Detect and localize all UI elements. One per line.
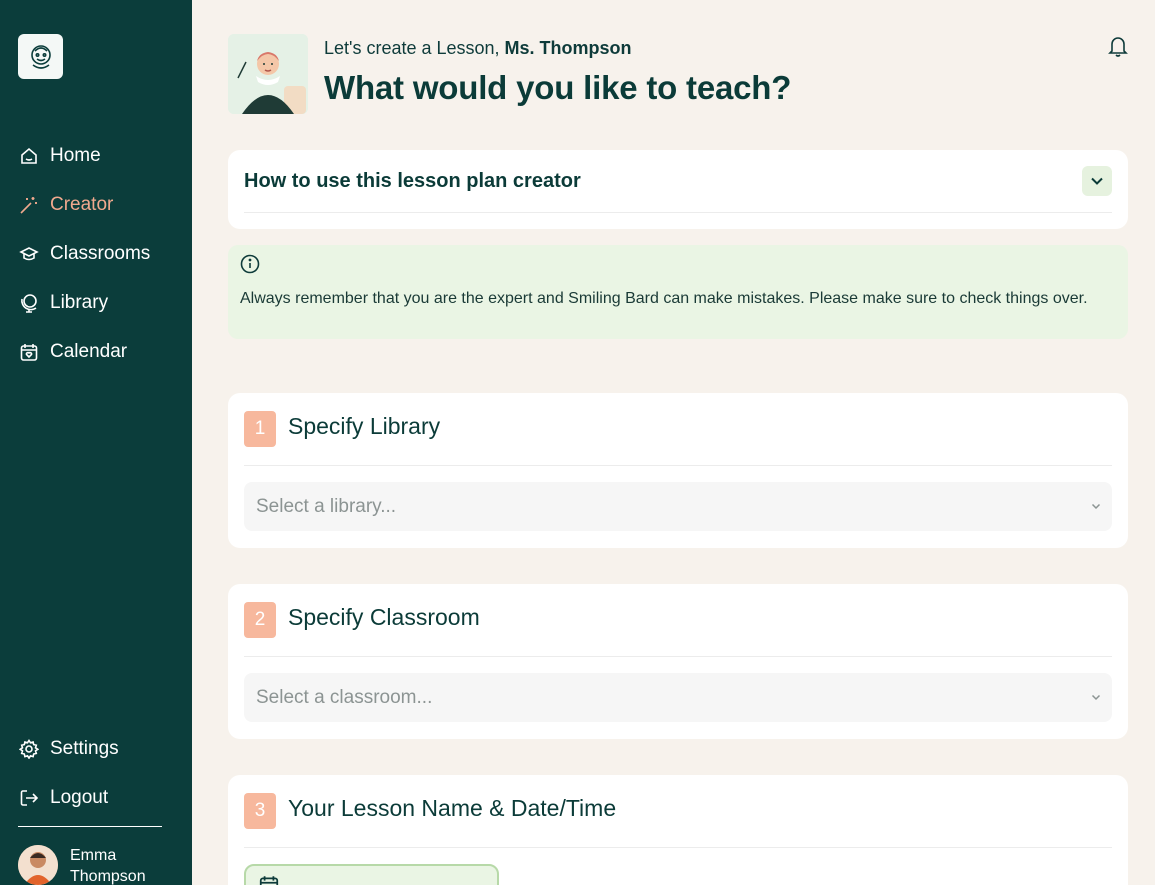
notice-text: Always remember that you are the expert … xyxy=(240,290,1088,307)
date-time-picker[interactable] xyxy=(244,864,499,885)
sidebar-divider xyxy=(18,826,162,827)
info-icon xyxy=(240,254,260,274)
chevron-down-icon xyxy=(1091,503,1101,510)
notifications-button[interactable] xyxy=(1106,34,1130,58)
teacher-name: Ms. Thompson xyxy=(504,38,632,58)
sidebar-item-classrooms[interactable]: Classrooms xyxy=(18,238,178,270)
card-divider xyxy=(244,847,1112,848)
step-title: Specify Classroom xyxy=(288,604,480,630)
step-number-badge: 1 xyxy=(244,411,276,447)
calendar-icon xyxy=(18,341,40,363)
graduation-cap-icon xyxy=(18,243,40,265)
sidebar-item-home[interactable]: Home xyxy=(18,140,178,172)
page-header: Let's create a Lesson, Ms. Thompson What… xyxy=(228,34,791,114)
library-select[interactable]: Select a library... xyxy=(244,482,1112,531)
step-title: Specify Library xyxy=(288,413,441,439)
step-lesson-name: 3 Your Lesson Name & Date/Time xyxy=(228,775,1128,885)
step-library: 1 Specify Library Select a library... xyxy=(228,393,1128,548)
bard-logo-icon xyxy=(30,44,51,69)
home-icon xyxy=(18,145,40,167)
expand-howto-button[interactable] xyxy=(1082,166,1112,196)
sidebar-item-label: Calendar xyxy=(50,341,128,362)
sidebar-item-creator[interactable]: Creator xyxy=(18,189,178,221)
sidebar-item-settings[interactable]: Settings xyxy=(18,733,178,765)
app-logo[interactable] xyxy=(18,34,63,79)
calendar-icon xyxy=(259,876,279,885)
card-divider xyxy=(244,465,1112,466)
globe-icon xyxy=(18,292,40,314)
sidebar-item-library[interactable]: Library xyxy=(18,287,178,319)
step-title: Your Lesson Name & Date/Time xyxy=(288,795,617,821)
sidebar-item-logout[interactable]: Logout xyxy=(18,782,178,814)
shakespeare-avatar xyxy=(228,34,308,114)
chevron-down-icon xyxy=(1091,177,1103,185)
step-number-badge: 3 xyxy=(244,793,276,829)
select-placeholder: Select a library... xyxy=(256,495,397,517)
avatar xyxy=(18,845,58,885)
sidebar-item-label: Library xyxy=(50,292,109,313)
user-name: Emma Thompson xyxy=(70,847,146,885)
select-placeholder: Select a classroom... xyxy=(256,686,433,708)
greeting: Let's create a Lesson, Ms. Thompson What… xyxy=(324,34,791,114)
sidebar-bottom-nav: Settings Logout xyxy=(18,733,178,831)
sidebar-item-label: Home xyxy=(50,145,101,166)
sidebar: Home Creator Classrooms Library Calendar xyxy=(0,0,192,885)
greeting-line: Let's create a Lesson, Ms. Thompson xyxy=(324,38,791,59)
step-number-badge: 2 xyxy=(244,602,276,638)
logout-icon xyxy=(18,787,40,809)
step-classroom: 2 Specify Classroom Select a classroom..… xyxy=(228,584,1128,739)
disclaimer-notice: Always remember that you are the expert … xyxy=(228,245,1128,339)
user-profile[interactable]: Emma Thompson xyxy=(18,845,170,885)
sidebar-item-label: Logout xyxy=(50,787,109,808)
card-divider xyxy=(244,212,1112,213)
greeting-prefix: Let's create a Lesson, xyxy=(324,38,505,58)
howto-accordion[interactable]: How to use this lesson plan creator xyxy=(228,150,1128,229)
sidebar-nav: Home Creator Classrooms Library Calendar xyxy=(18,140,178,385)
classroom-select[interactable]: Select a classroom... xyxy=(244,673,1112,722)
card-divider xyxy=(244,656,1112,657)
chevron-down-icon xyxy=(1091,694,1101,701)
sidebar-item-calendar[interactable]: Calendar xyxy=(18,336,178,368)
sidebar-item-label: Settings xyxy=(50,738,119,759)
sidebar-item-label: Creator xyxy=(50,194,114,215)
magic-wand-icon xyxy=(18,194,40,216)
bell-icon xyxy=(1108,37,1128,57)
howto-title: How to use this lesson plan creator xyxy=(244,170,581,192)
sidebar-item-label: Classrooms xyxy=(50,243,151,264)
page-title: What would you like to teach? xyxy=(324,69,792,106)
gear-icon xyxy=(18,738,40,760)
